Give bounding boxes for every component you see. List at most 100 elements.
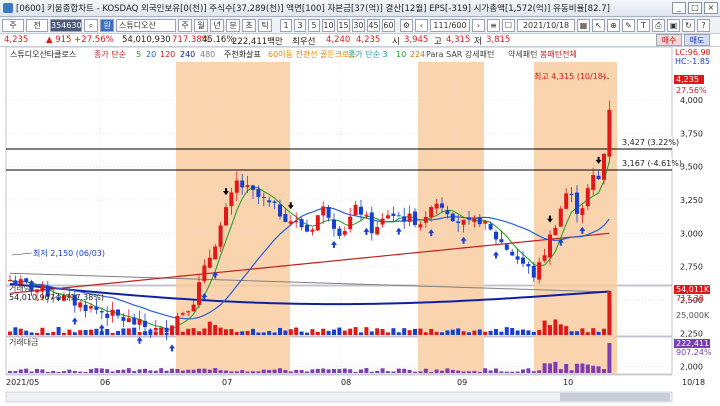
axis-price-label: 3,250 — [680, 196, 703, 205]
candle — [164, 327, 169, 333]
interval-45[interactable]: 45 — [367, 19, 380, 32]
interval-1[interactable]: 1 — [280, 19, 292, 32]
candle — [126, 318, 131, 323]
legend-ma-label: 종가 단순 — [94, 49, 126, 59]
tool-button-6[interactable]: ▣ — [667, 19, 680, 32]
help-button[interactable]: ? — [697, 19, 710, 32]
tab-week[interactable]: 월 — [194, 19, 208, 32]
volume-bar — [251, 328, 255, 335]
volume-bar — [337, 327, 342, 335]
amount-bar — [245, 371, 250, 373]
volume-bar — [8, 331, 12, 335]
amount-bar — [531, 371, 536, 373]
volume-bar — [353, 327, 358, 335]
volume-bar — [207, 321, 212, 335]
volume-bar — [213, 324, 218, 335]
count-field[interactable]: 111/600 — [430, 19, 470, 32]
tab-year[interactable]: 분 — [226, 19, 240, 32]
tool-button-1[interactable]: ↖ — [592, 19, 605, 32]
close-button[interactable]: × — [704, 2, 718, 14]
candle — [596, 175, 601, 180]
cursor-icon: ↖ — [595, 21, 602, 30]
minimize-button[interactable]: _ — [672, 2, 686, 14]
axis-lc-label: LC:96.98 — [675, 48, 711, 57]
type-select[interactable]: 주 — [2, 19, 24, 32]
tool-button-5[interactable]: ⎙ — [652, 19, 665, 32]
interval-30[interactable]: 30 — [352, 19, 365, 32]
interval-15[interactable]: 15 — [337, 19, 350, 32]
candle — [472, 218, 477, 222]
volume-bar — [186, 328, 191, 335]
amount-bar — [440, 370, 444, 373]
tool-button-3[interactable]: ✎ — [622, 19, 635, 32]
tool-button-2[interactable]: ⊕ — [607, 19, 620, 32]
axis-price-label: 2,750 — [680, 263, 703, 272]
amount-bar — [83, 371, 88, 373]
amount-bar — [445, 368, 450, 373]
amount-bar — [234, 371, 239, 373]
sell-button[interactable]: 매도 — [684, 34, 710, 46]
maximize-button[interactable]: □ — [688, 2, 702, 14]
volume-bar — [305, 332, 309, 335]
buy-button[interactable]: 매수 — [656, 34, 682, 46]
candle — [504, 244, 509, 250]
legend-ma5: 5 — [136, 50, 141, 59]
tab-minute[interactable]: 초 — [242, 19, 256, 32]
axis-current-price: 4,235 — [676, 75, 699, 84]
interval-10[interactable]: 10 — [322, 19, 335, 32]
interval-5[interactable]: 5 — [308, 19, 320, 32]
amount-bar — [407, 369, 412, 373]
date-field[interactable]: 2021/10/18 — [517, 19, 575, 32]
text-icon: T — [641, 21, 646, 30]
trade-amount: 222,411백만 — [232, 37, 283, 47]
x-label-oct: 10 — [563, 378, 573, 387]
candle — [494, 231, 498, 240]
candle — [440, 203, 444, 208]
volume-bar — [224, 329, 228, 335]
candle — [553, 227, 558, 236]
volume-bar — [283, 330, 288, 335]
level2-label: 3,167 (-4.61%) — [622, 159, 682, 168]
tool-button-7[interactable]: ↻ — [682, 19, 695, 32]
pencil-icon: ✎ — [625, 21, 632, 30]
amount-bar — [56, 371, 61, 373]
interval-3[interactable]: 3 — [294, 19, 306, 32]
back-button[interactable]: ‹ — [415, 19, 428, 32]
amount-bar — [132, 371, 137, 373]
volume-bar — [396, 332, 401, 335]
stock-code-input[interactable]: 354630 — [50, 19, 82, 32]
amount-bar — [564, 363, 569, 373]
app-icon — [3, 3, 13, 13]
candle — [207, 257, 212, 268]
amount-bar — [321, 368, 326, 373]
calendar-button[interactable]: ▦ — [577, 19, 590, 32]
amount-bar — [202, 368, 207, 373]
tab-day[interactable]: 주 — [178, 19, 192, 32]
interval-60[interactable]: 60 — [382, 19, 395, 32]
volume-bar — [504, 327, 509, 335]
list-button[interactable]: ≡ — [487, 19, 500, 32]
calendar-checkbox[interactable]: ☐ — [502, 19, 515, 32]
amount-bar — [402, 368, 407, 373]
scrollbar-thumb[interactable] — [560, 393, 670, 401]
amount-bar — [391, 371, 396, 373]
period-select[interactable]: 전 — [26, 19, 48, 32]
search-button[interactable]: ⌕ — [84, 19, 98, 32]
tool-button-4[interactable]: T — [637, 19, 650, 32]
print-icon: ⎙ — [655, 21, 662, 30]
next-button[interactable]: › — [472, 19, 485, 32]
volume-bar — [126, 328, 131, 335]
volume-bar — [105, 329, 110, 335]
amount-bar — [456, 370, 461, 373]
candle — [224, 207, 228, 226]
settings-button[interactable]: ⚙ — [400, 19, 413, 32]
amount-bar — [143, 368, 147, 373]
tab-tick[interactable]: 틱 — [258, 19, 272, 32]
stock-name-field[interactable]: 스튜디오산 — [116, 19, 176, 32]
candle — [542, 255, 547, 261]
quote-button[interactable]: 원 — [100, 19, 114, 32]
price-chart[interactable]: 스튜디오산타클로스 종가 단순 5 20 120 240 480 주천화살표 6… — [0, 47, 720, 406]
volume-bar — [170, 331, 174, 335]
tab-month[interactable]: 년 — [210, 19, 224, 32]
max-price-annotation: 최고 4,315 (10/18) — [534, 71, 606, 81]
